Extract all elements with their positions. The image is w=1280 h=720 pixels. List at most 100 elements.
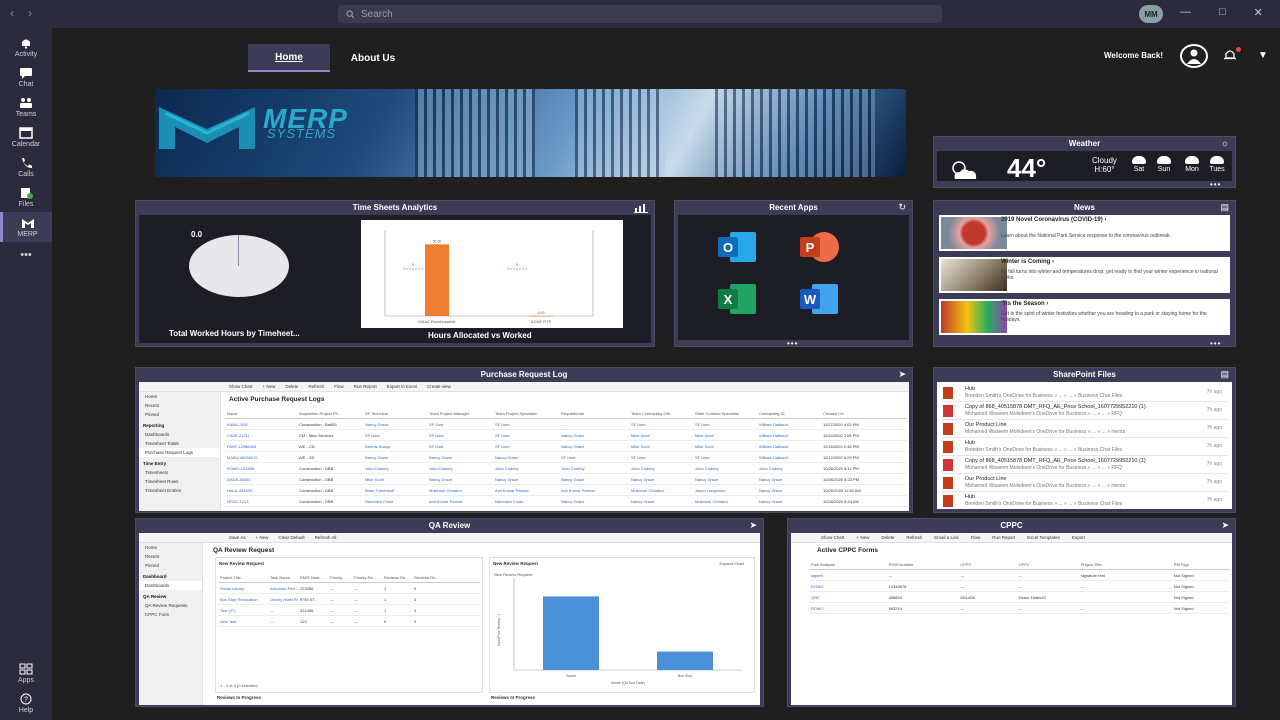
- send-icon[interactable]: ➤: [749, 520, 757, 531]
- column-header[interactable]: PMIS Number: [887, 562, 959, 567]
- command-button[interactable]: Export to Excel: [387, 384, 417, 389]
- excel-icon[interactable]: X: [716, 281, 758, 317]
- news-icon[interactable]: ▤: [1220, 202, 1229, 213]
- table-row[interactable]: ROMO-123456 Construction - DBB John Chaney…: [225, 463, 907, 474]
- outlook-icon[interactable]: O: [716, 229, 758, 265]
- command-button[interactable]: Export: [1072, 535, 1085, 540]
- sidebar-item[interactable]: Pinned: [139, 561, 202, 570]
- table-row[interactable]: PAVE-12986455 A/E - CD Dennis Knapp SF User…: [225, 441, 907, 452]
- column-header[interactable]: Reviews Re...: [382, 575, 412, 580]
- sidebar-item[interactable]: Timesheets: [139, 468, 220, 477]
- column-header[interactable]: CPPC: [1017, 562, 1079, 567]
- column-header[interactable]: Park Analysis: [809, 562, 887, 567]
- chevron-down-icon[interactable]: ▼: [1258, 50, 1268, 61]
- table-row[interactable]: Social Library Advocate Fert... 123456 --- -…: [218, 583, 480, 594]
- column-header[interactable]: CPPC: [958, 562, 1016, 567]
- powerpoint-icon[interactable]: P: [798, 229, 840, 265]
- table-row[interactable]: signed --- --- --- signature test Not Signed: [809, 570, 1230, 581]
- sidebar-item[interactable]: Timesheet Totals: [139, 439, 220, 448]
- send-icon[interactable]: ➤: [898, 369, 906, 380]
- table-row[interactable]: ROMO 12345678 --- --- --- Not Signed: [809, 581, 1230, 592]
- sidebar-item[interactable]: Purchase Request Logs: [139, 448, 220, 457]
- user-icon[interactable]: [1180, 44, 1208, 68]
- file-item[interactable]: Copy of 868_40515878 DMT_RFQ_AE_Price Sc…: [941, 456, 1228, 474]
- column-header[interactable]: Reviews Re...: [412, 575, 442, 580]
- column-header[interactable]: PMIS Num...: [298, 575, 328, 580]
- column-header[interactable]: PM Sign: [1172, 562, 1230, 567]
- rail-item-teams[interactable]: Teams: [0, 92, 52, 122]
- file-item[interactable]: Our Product Line Mohamed Waseem Mohideen'…: [941, 420, 1228, 438]
- command-button[interactable]: Delete: [285, 384, 298, 389]
- command-button[interactable]: Clear Default: [278, 535, 304, 540]
- file-item[interactable]: Copy of 868_40515878 DMT_RFQ_AE_Price Sc…: [941, 402, 1228, 420]
- file-item[interactable]: Our Product Line Mohamed Waseem Mohideen'…: [941, 474, 1228, 492]
- sidebar-item[interactable]: Home: [139, 392, 220, 401]
- command-button[interactable]: Excel Templates: [1027, 535, 1060, 540]
- more-icon[interactable]: •••: [787, 339, 798, 348]
- column-header[interactable]: Project Title: [218, 575, 268, 580]
- minimize-icon[interactable]: —: [1180, 6, 1191, 19]
- news-item[interactable]: 2019 Novel Coronavirus (COVID-19) › Lear…: [939, 215, 1230, 251]
- word-icon[interactable]: W: [798, 281, 840, 317]
- command-button[interactable]: + New: [857, 535, 870, 540]
- chart-icon[interactable]: [634, 202, 648, 213]
- command-button[interactable]: Create view: [427, 384, 451, 389]
- more-icon[interactable]: •••: [1210, 339, 1221, 348]
- table-row[interactable]: ROMO 963214 --- --- --- Not Signed: [809, 603, 1230, 614]
- sidebar-item[interactable]: Dashboards: [139, 581, 202, 590]
- column-header[interactable]: Team Project Manager: [427, 411, 493, 416]
- column-header[interactable]: SF Technical: [363, 411, 427, 416]
- table-row[interactable]: QNP 456654 654,456 Demo 16dec20 Not Signed: [809, 592, 1230, 603]
- more-icon[interactable]: •••: [1210, 180, 1221, 189]
- command-button[interactable]: Refresh: [906, 535, 922, 540]
- command-button[interactable]: Flow: [334, 384, 344, 389]
- expand-chart-button[interactable]: Expand Chart: [720, 561, 744, 566]
- rail-item-help[interactable]: ? Help: [0, 688, 52, 718]
- command-button[interactable]: Save As: [229, 535, 246, 540]
- column-header[interactable]: Contracting ID: [757, 411, 821, 416]
- command-button[interactable]: + New: [256, 535, 269, 540]
- table-row[interactable]: HPDC-1214 Construction - DBB Narendra Chut…: [225, 496, 907, 507]
- tab-about-us[interactable]: About Us: [340, 44, 406, 72]
- command-button[interactable]: Run Report: [992, 535, 1015, 540]
- sidebar-item[interactable]: Recent: [139, 552, 202, 561]
- rail-item-chat[interactable]: Chat: [0, 62, 52, 92]
- column-header[interactable]: Priority: [328, 575, 352, 580]
- column-header[interactable]: State Contract Specialist: [693, 411, 757, 416]
- forward-icon[interactable]: ›: [28, 6, 32, 20]
- back-icon[interactable]: ‹: [10, 6, 14, 20]
- sidebar-item[interactable]: Dashboards: [139, 430, 220, 439]
- table-row[interactable]: Test (47) --- 321456 --- --- 1 0: [218, 605, 480, 616]
- refresh-icon[interactable]: ↻: [898, 202, 906, 213]
- command-button[interactable]: Show Chart: [821, 535, 845, 540]
- search-bar[interactable]: Search: [338, 5, 942, 23]
- sidebar-item[interactable]: Pinned: [139, 410, 220, 419]
- table-row[interactable]: Bus Stop Renovation Disney Hotel Re...RTM…: [218, 594, 480, 605]
- command-button[interactable]: + New: [263, 384, 276, 389]
- table-row[interactable]: KABA-7452 Construction - Ba655 Nancy Grace…: [225, 419, 907, 430]
- column-header[interactable]: Acquisition Project Ph...: [297, 411, 363, 416]
- file-item[interactable]: Hub Brenden Smith's OneDrive for Business…: [941, 492, 1228, 509]
- command-button[interactable]: Email a Link: [934, 535, 959, 540]
- column-header[interactable]: Created On: [821, 411, 899, 416]
- rail-item-calendar[interactable]: Calendar: [0, 122, 52, 152]
- table-row[interactable]: MABU-45000070 A/E - SD Nancy Grace Nancy Gr…: [225, 452, 907, 463]
- avatar[interactable]: MM: [1139, 5, 1163, 23]
- command-button[interactable]: Run Report: [354, 384, 377, 389]
- tab-home[interactable]: Home: [248, 44, 330, 72]
- list-icon[interactable]: ▤: [1220, 369, 1229, 380]
- sidebar-item[interactable]: Timesheet Rows: [139, 477, 220, 486]
- file-item[interactable]: Hub Brenden Smith's OneDrive for Business…: [941, 438, 1228, 456]
- command-button[interactable]: Flow: [971, 535, 981, 540]
- column-header[interactable]: Name: [225, 411, 297, 416]
- rail-item-files[interactable]: Files: [0, 182, 52, 212]
- file-item[interactable]: Hub Brenden Smith's OneDrive for Business…: [941, 384, 1228, 402]
- column-header[interactable]: Team Project Specialist: [493, 411, 559, 416]
- command-button[interactable]: Refresh All: [315, 535, 337, 540]
- news-item[interactable]: 'Tis the Season › Get in the spirit of w…: [939, 299, 1230, 335]
- send-icon[interactable]: ➤: [1221, 520, 1229, 531]
- view-selector[interactable]: Active Purchase Request Logs: [229, 396, 324, 403]
- table-row[interactable]: New Test --- 123 --- --- 0 0: [218, 616, 480, 627]
- column-header[interactable]: Team Contracting Offi...: [629, 411, 693, 416]
- table-row[interactable]: CAVE-21211 CM - Misc Services SF User SF Us…: [225, 430, 907, 441]
